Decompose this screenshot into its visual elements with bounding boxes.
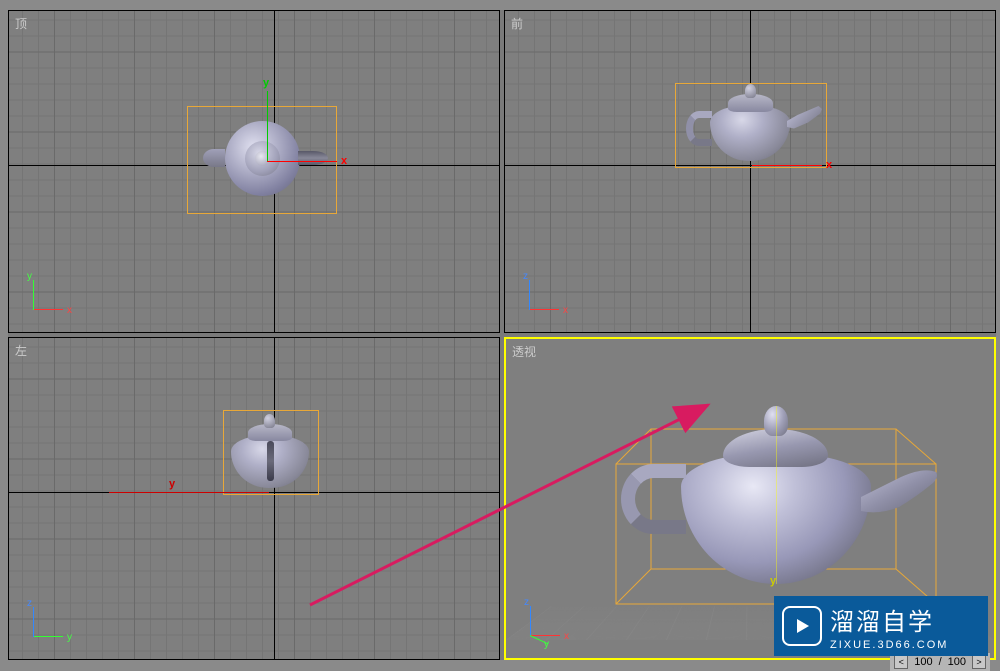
- timeline-total: 100: [948, 656, 966, 668]
- teapot-object-left[interactable]: [231, 436, 309, 488]
- timeline-current: 100: [914, 656, 932, 668]
- viewport-label-top: 顶: [15, 15, 27, 32]
- play-icon: [782, 606, 822, 646]
- axis-indicator: z x: [519, 270, 569, 320]
- viewport-label-front: 前: [511, 15, 523, 32]
- watermark-url: ZIXUE.3D66.COM: [830, 639, 948, 651]
- viewport-grid: 顶 x y y x: [8, 10, 996, 660]
- viewport-label-left: 左: [15, 342, 27, 359]
- axis-line-vertical: [274, 338, 275, 659]
- grid-background: [9, 338, 499, 659]
- timeline-next-button[interactable]: >: [972, 655, 986, 669]
- axis-indicator: z x y: [520, 596, 570, 646]
- viewport-label-perspective: 透视: [512, 343, 536, 360]
- watermark-title: 溜溜自学: [830, 602, 948, 637]
- axis-indicator: y x: [23, 270, 73, 320]
- watermark-badge: 溜溜自学 ZIXUE.3D66.COM: [774, 596, 988, 656]
- viewport-front[interactable]: 前 x z x: [504, 10, 996, 333]
- axis-line-vertical: [750, 11, 751, 332]
- teapot-object-perspective[interactable]: [681, 454, 871, 584]
- viewport-left[interactable]: 左 y z y: [8, 337, 500, 660]
- timeline-separator: /: [939, 656, 942, 668]
- teapot-object-front[interactable]: [710, 106, 790, 161]
- teapot-object-top[interactable]: [225, 121, 300, 196]
- viewport-top[interactable]: 顶 x y y x: [8, 10, 500, 333]
- timeline-prev-button[interactable]: <: [894, 655, 908, 669]
- axis-indicator: z y: [23, 597, 73, 647]
